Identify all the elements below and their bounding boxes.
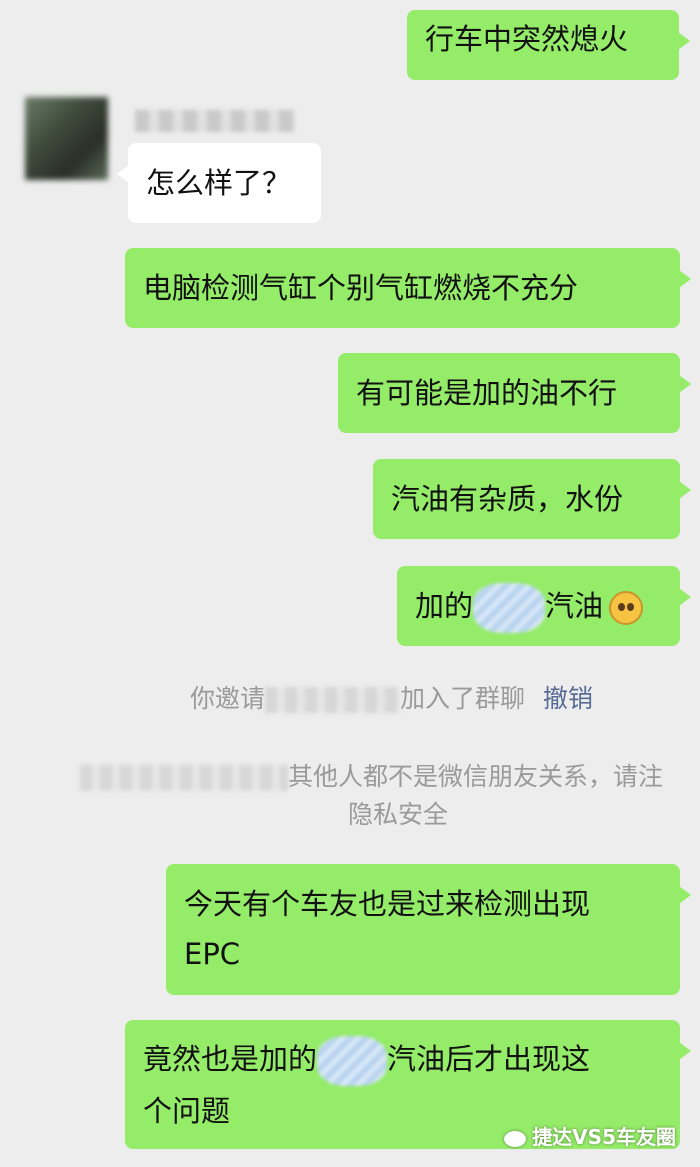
message-bubble-received[interactable]: 怎么样了？	[117, 143, 321, 223]
system-privacy-notice-line2: 隐私安全	[348, 796, 448, 834]
wechat-icon	[504, 1130, 527, 1147]
message-text-start: 加的	[415, 589, 474, 623]
message-text-end: 汽油后才出现这	[387, 1042, 591, 1076]
message-bubble-sent[interactable]: 汽油有杂质，水份	[373, 459, 691, 539]
message-bubble-sent[interactable]: 行车中突然熄火	[407, 10, 690, 80]
message-text-end: 汽油	[545, 589, 604, 623]
privacy-names-blurred	[80, 765, 288, 791]
message-text: 汽油有杂质，水份	[391, 482, 624, 516]
message-bubble-sent[interactable]: 有可能是加的油不行	[338, 353, 691, 433]
redacted-brand-blur	[473, 583, 546, 633]
system-invite-notice: 你邀请 加入了群聊 撤销	[190, 680, 593, 718]
message-text-line1: 今天有个车友也是过来检测出现	[184, 887, 591, 921]
invitee-name-blurred	[265, 687, 401, 713]
message-text: 行车中突然熄火	[425, 22, 629, 56]
watermark: 捷达VS5车友圈	[504, 1121, 676, 1150]
invite-prefix: 你邀请	[190, 684, 266, 713]
message-bubble-sent[interactable]: 今天有个车友也是过来检测出现 EPC	[166, 864, 691, 995]
redacted-brand-blur	[317, 1036, 388, 1086]
message-text-start: 竟然也是加的	[143, 1042, 318, 1076]
message-text: 怎么样了？	[146, 166, 292, 200]
invite-suffix: 加入了群聊	[400, 684, 526, 713]
message-bubble-sent[interactable]: 电脑检测气缸个别气缸燃烧不充分	[125, 248, 691, 328]
privacy-text-line1: 其他人都不是微信朋友关系，请注	[288, 762, 664, 791]
message-text-line2: EPC	[184, 937, 241, 971]
message-text: 电脑检测气缸个别气缸燃烧不充分	[143, 271, 579, 305]
message-bubble-sent[interactable]: 加的 汽油	[397, 566, 691, 646]
sender-name-blurred	[135, 110, 295, 132]
watermark-text: 捷达VS5车友圈	[532, 1125, 676, 1149]
revoke-link[interactable]: 撤销	[543, 684, 593, 713]
avatar[interactable]	[25, 97, 108, 180]
message-text: 有可能是加的油不行	[356, 376, 618, 410]
privacy-text-line2: 隐私安全	[348, 800, 449, 829]
pleading-face-emoji-icon	[609, 591, 644, 625]
system-privacy-notice: 其他人都不是微信朋友关系，请注	[80, 758, 663, 796]
